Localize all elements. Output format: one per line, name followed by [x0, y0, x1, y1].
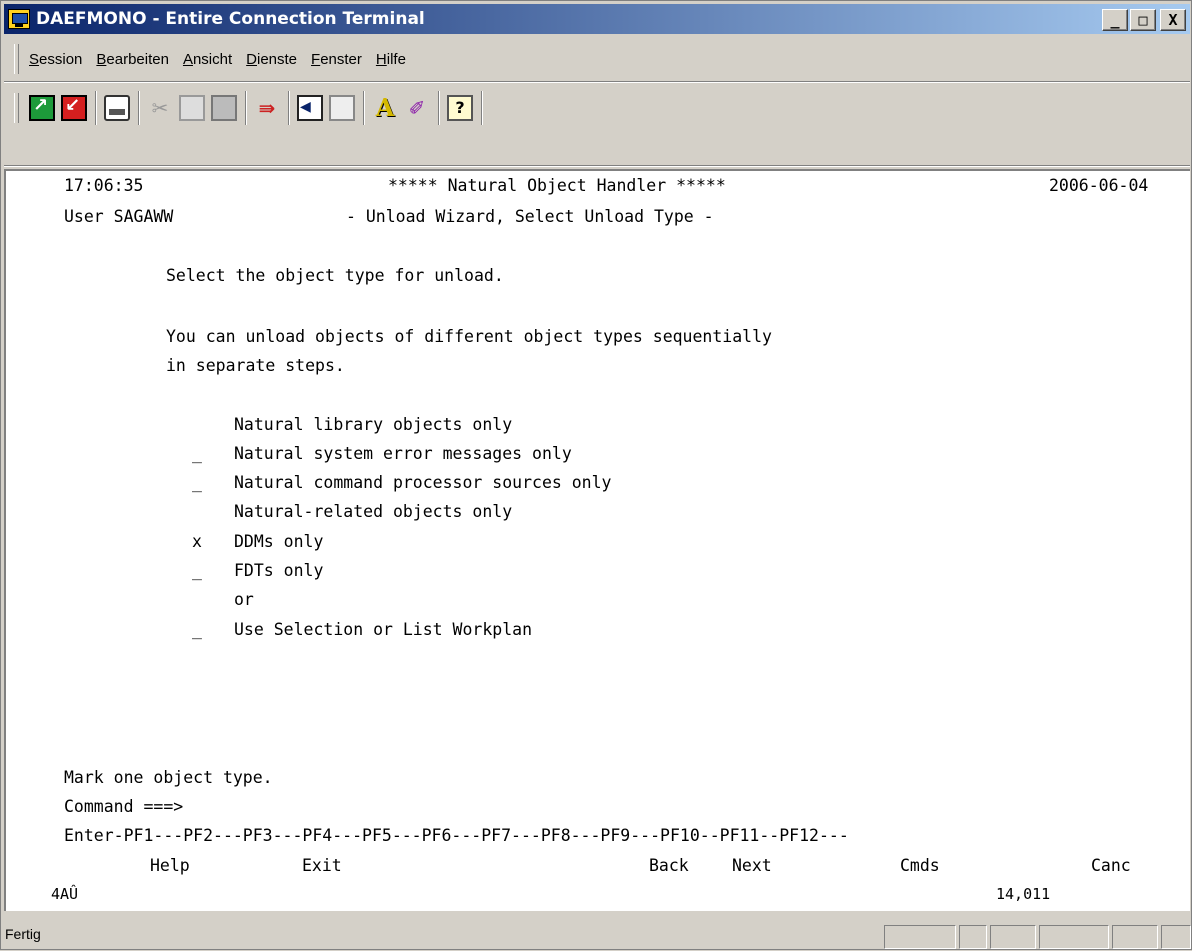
disconnect-icon[interactable]	[61, 95, 87, 121]
status-pane	[1161, 925, 1191, 949]
toolbar-group-format: A ✐	[364, 91, 439, 125]
option-field[interactable]: _	[192, 620, 202, 639]
status-pane	[959, 925, 987, 949]
window-controls: _ □ X	[1102, 9, 1186, 31]
transfer-icon[interactable]: ⇛	[254, 95, 280, 121]
status-pane	[990, 925, 1036, 949]
toolbar: ✂ ⇛ A ✐ ?	[4, 85, 1190, 131]
instruction-text: Select the object type for unload.	[166, 266, 504, 285]
color-icon[interactable]: ✐	[404, 95, 430, 121]
status-text: Fertig	[5, 926, 41, 942]
toolbar-group-docs	[289, 91, 364, 125]
pf8-next-label[interactable]: Next	[732, 856, 772, 875]
option-field[interactable]: _	[192, 561, 202, 580]
pf3-exit-label[interactable]: Exit	[302, 856, 342, 875]
window-title: DAEFMONO - Entire Connection Terminal	[36, 9, 425, 29]
pf2-help-label[interactable]: Help	[150, 856, 190, 875]
toolbar-group-print	[96, 91, 139, 125]
menu-session[interactable]: Session	[29, 51, 82, 68]
terminal-screen[interactable]: 17:06:35 ***** Natural Object Handler **…	[4, 169, 1190, 911]
menu-bearbeiten[interactable]: Bearbeiten	[96, 51, 169, 68]
cursor-position: 14,011	[996, 885, 1051, 903]
minimize-button[interactable]: _	[1102, 9, 1128, 31]
help-icon[interactable]: ?	[447, 95, 473, 121]
send-icon[interactable]	[297, 95, 323, 121]
option-label: or	[234, 590, 254, 609]
status-pane	[1112, 925, 1158, 949]
option-label: Natural library objects only	[234, 415, 513, 434]
toolbar-group-edit: ✂	[139, 91, 246, 125]
menu-fenster[interactable]: Fenster	[311, 51, 362, 68]
option-field[interactable]: x	[192, 532, 202, 551]
paste-icon[interactable]	[211, 95, 237, 121]
status-panes	[884, 925, 1191, 949]
pf-key-line: Enter-PF1---PF2---PF3---PF4---PF5---PF6-…	[64, 826, 849, 845]
copy-icon[interactable]	[179, 95, 205, 121]
menu-dienste[interactable]: Dienste	[246, 51, 297, 68]
option-label: FDTs only	[234, 561, 324, 580]
screen-user: User SAGAWW	[64, 207, 174, 226]
menu-ansicht[interactable]: Ansicht	[183, 51, 232, 68]
screen-time: 17:06:35	[64, 176, 144, 195]
instruction-text: in separate steps.	[166, 356, 345, 375]
instruction-text: You can unload objects of different obje…	[166, 327, 772, 346]
terminal-app-icon[interactable]	[8, 9, 30, 29]
toolbar-grip[interactable]	[14, 93, 19, 123]
option-field[interactable]	[192, 415, 202, 434]
connect-icon[interactable]	[29, 95, 55, 121]
cut-icon[interactable]: ✂	[147, 95, 173, 121]
option-label: Natural system error messages only	[234, 444, 572, 463]
maximize-button[interactable]: □	[1130, 9, 1156, 31]
status-pane	[884, 925, 956, 949]
close-button[interactable]: X	[1160, 9, 1186, 31]
option-field[interactable]: _	[192, 473, 202, 492]
toolbar-group-help: ?	[439, 91, 482, 125]
status-pane	[1039, 925, 1109, 949]
option-label: Natural-related objects only	[234, 502, 513, 521]
toolbar-group-transfer: ⇛	[246, 91, 289, 125]
option-field	[192, 590, 202, 609]
receive-icon[interactable]	[329, 95, 355, 121]
pf12-canc-label[interactable]: Canc	[1091, 856, 1131, 875]
option-field[interactable]: _	[192, 444, 202, 463]
option-label: Use Selection or List Workplan	[234, 620, 533, 639]
pf7-back-label[interactable]: Back	[649, 856, 689, 875]
status-bar: Fertig	[1, 917, 1192, 951]
pf10-cmds-label[interactable]: Cmds	[900, 856, 940, 875]
toolbar-group-connection	[21, 91, 96, 125]
print-icon[interactable]	[104, 95, 130, 121]
screen-date: 2006-06-04	[1049, 176, 1149, 195]
toolbar-divider	[4, 165, 1190, 167]
screen-subtitle: - Unload Wizard, Select Unload Type -	[346, 207, 714, 226]
option-field[interactable]	[192, 502, 202, 521]
font-icon[interactable]: A	[372, 95, 398, 121]
title-bar[interactable]: DAEFMONO - Entire Connection Terminal _ …	[4, 4, 1190, 34]
command-prompt: Command ===>	[64, 797, 184, 816]
menu-bar: Session Bearbeiten Ansicht Dienste Fenst…	[4, 39, 1190, 79]
oia-indicator: 4AÛ	[51, 885, 79, 903]
menu-divider	[4, 81, 1190, 83]
menu-grip[interactable]	[14, 44, 19, 74]
screen-header-title: ***** Natural Object Handler *****	[388, 176, 726, 195]
option-label: DDMs only	[234, 532, 324, 551]
app-window: DAEFMONO - Entire Connection Terminal _ …	[0, 0, 1192, 950]
screen-message: Mark one object type.	[64, 768, 273, 787]
menu-hilfe[interactable]: Hilfe	[376, 51, 406, 68]
option-label: Natural command processor sources only	[234, 473, 612, 492]
